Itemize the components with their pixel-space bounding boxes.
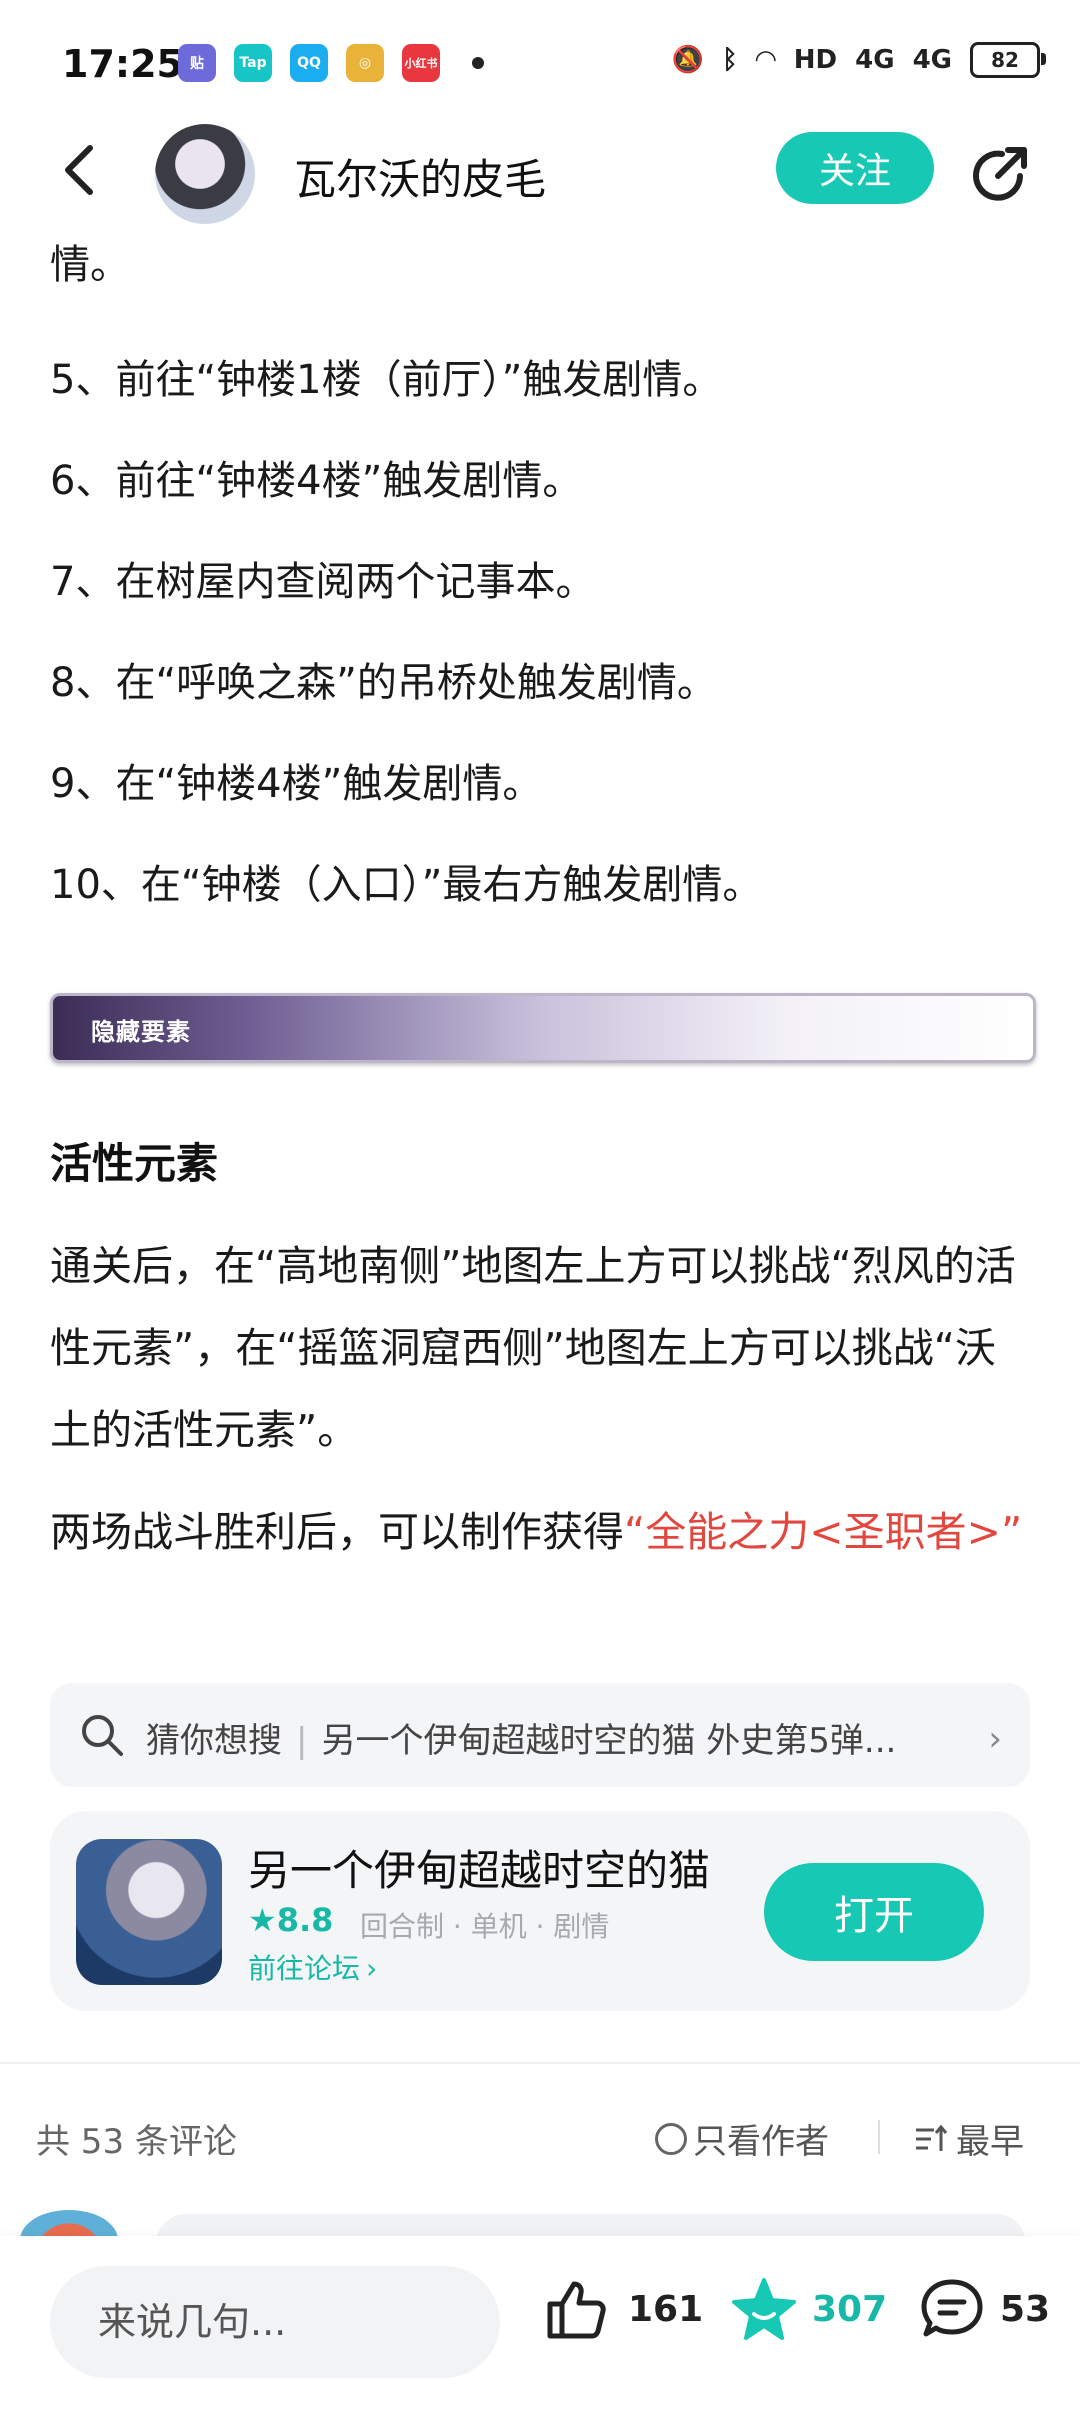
post-header: 瓦尔沃的皮毛 关注 (0, 120, 1080, 224)
chevron-right-icon: › (988, 1719, 1002, 1759)
status-time: 17:25 (62, 42, 183, 86)
only-author-toggle[interactable]: 只看作者 (655, 2114, 829, 2163)
author-avatar[interactable] (155, 124, 255, 224)
bottom-action-bar: 来说几句... 161 307 53 (0, 2236, 1080, 2414)
author-name[interactable]: 瓦尔沃的皮毛 (294, 146, 546, 207)
search-suggestion[interactable]: 猜你想搜 | 另一个伊甸超越时空的猫 外史第5弹... › (50, 1683, 1030, 1787)
xiaohongshu-icon: 小红书 (402, 44, 440, 82)
search-icon (82, 1715, 123, 1756)
signal-4g-icon-2: 4G (912, 45, 952, 75)
article-line: 7、在树屋内查阅两个记事本。 (50, 559, 596, 605)
notification-icons: 贴 Tap QQ ◎ 小红书 (178, 44, 484, 82)
only-author-label: 只看作者 (693, 2122, 829, 2162)
comment-icon (921, 2279, 983, 2337)
mute-icon: 🔕 (671, 45, 705, 75)
sort-label: 最早 (956, 2122, 1024, 2162)
divider (0, 2062, 1080, 2064)
section-title: 活性元素 (50, 1139, 219, 1188)
search-prefix: 猜你想搜 (146, 1721, 282, 1761)
system-status: 🔕 ᛒ ◠ HD 4G 4G 82 (671, 42, 1046, 78)
game-title[interactable]: 另一个伊甸超越时空的猫 (248, 1837, 710, 1898)
forum-link[interactable]: 前往论坛 › (248, 1947, 377, 1987)
qq-icon: QQ (290, 44, 328, 82)
game-icon[interactable] (76, 1839, 222, 1985)
article-line: 10、在“钟楼（入口）”最右方触发剧情。 (50, 862, 763, 908)
search-query: 另一个伊甸超越时空的猫 外史第5弹... (321, 1721, 897, 1761)
back-arrow-icon (65, 145, 93, 195)
sort-button[interactable]: 最早 (914, 2114, 1024, 2163)
open-game-button[interactable]: 打开 (764, 1863, 984, 1961)
favorite-count: 307 (812, 2288, 888, 2330)
taptap-icon: Tap (234, 44, 272, 82)
hd-icon: HD (793, 45, 838, 75)
more-notifications-icon (472, 57, 484, 69)
battery-icon: 82 (970, 42, 1046, 78)
section-body: 通关后，在“高地南侧”地图左上方可以挑战“烈风的活性元素”，在“摇篮洞窟西侧”地… (50, 1225, 1030, 1573)
radio-circle-icon (655, 2122, 687, 2155)
comment-input[interactable]: 来说几句... (50, 2266, 500, 2378)
section-paragraph: 通关后，在“高地南侧”地图左上方可以挑战“烈风的活性元素”，在“摇篮洞窟西侧”地… (50, 1242, 1016, 1454)
game-tags: 回合制 · 单机 · 剧情 (360, 1910, 610, 1943)
favorite-button[interactable]: 307 (730, 2276, 887, 2342)
article-steps: 情。 5、前往“钟楼1楼（前厅）”触发剧情。 6、前往“钟楼4楼”触发剧情。 7… (50, 240, 1030, 926)
bluetooth-icon: ᛒ (722, 45, 738, 75)
wifi-icon: ◠ (755, 45, 776, 75)
comment-button[interactable]: 53 (918, 2276, 1050, 2342)
forum-link-label: 前往论坛 (248, 1952, 361, 1985)
share-button[interactable] (968, 142, 1032, 206)
search-suggestion-text: 猜你想搜 | 另一个伊甸超越时空的猫 外史第5弹... (146, 1721, 897, 1761)
highlight-item: “全能之力<圣职者>” (624, 1508, 1023, 1556)
game-card[interactable]: 另一个伊甸超越时空的猫 ★8.8 回合制 · 单机 · 剧情 前往论坛 › 打开 (50, 1811, 1030, 2011)
chevron-right-icon: › (366, 1952, 378, 1985)
share-icon (973, 147, 1027, 201)
paragraph-text: 两场战斗胜利后，可以制作获得 (50, 1508, 624, 1556)
like-button[interactable]: 161 (544, 2276, 703, 2342)
section-banner-image: 隐藏要素 (50, 993, 1036, 1063)
follow-button[interactable]: 关注 (776, 132, 934, 204)
article-line: 6、前往“钟楼4楼”触发剧情。 (50, 458, 583, 504)
comment-count: 共 53 条评论 (36, 2122, 237, 2162)
app-icon: ◎ (346, 44, 384, 82)
article-line: 情。 (50, 242, 130, 288)
game-rating: ★8.8 (248, 1901, 334, 1939)
star-icon (732, 2278, 796, 2340)
banner-label: 隐藏要素 (91, 1018, 191, 1046)
first-comment-peek (0, 2200, 1080, 2270)
article-line: 5、前往“钟楼1楼（前厅）”触发剧情。 (50, 357, 723, 403)
status-bar: 17:25 贴 Tap QQ ◎ 小红书 🔕 ᛒ ◠ HD 4G 4G 82 (0, 0, 1080, 130)
back-button[interactable] (50, 140, 110, 200)
article-line: 9、在“钟楼4楼”触发剧情。 (50, 761, 543, 807)
separator (878, 2120, 880, 2154)
signal-4g-icon: 4G (855, 45, 895, 75)
like-count: 161 (628, 2288, 704, 2330)
tieba-icon: 贴 (178, 44, 216, 82)
section-paragraph-2: 两场战斗胜利后，可以制作获得“全能之力<圣职者>” (50, 1491, 1030, 1573)
article-line: 8、在“呼唤之森”的吊桥处触发剧情。 (50, 660, 717, 706)
thumbs-up-icon (547, 2281, 606, 2339)
comment-count-bottom: 53 (1000, 2288, 1051, 2330)
sort-icon (916, 2124, 948, 2151)
